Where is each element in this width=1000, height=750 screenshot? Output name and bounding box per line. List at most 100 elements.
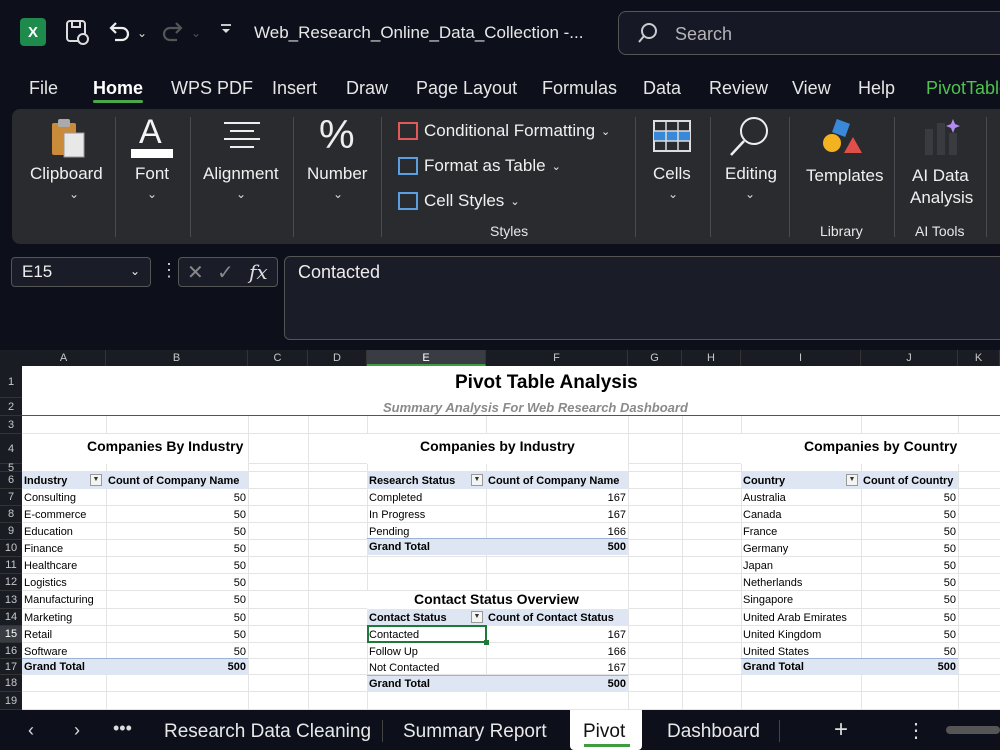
cell-area[interactable]: Pivot Table Analysis Summary Analysis Fo…: [22, 366, 1000, 710]
tab-wps-pdf[interactable]: WPS PDF: [171, 78, 253, 99]
column-header[interactable]: C: [248, 350, 308, 366]
conditional-formatting-label: Conditional Formatting: [424, 121, 596, 140]
row-header[interactable]: 13: [0, 591, 22, 609]
worksheet-grid[interactable]: A B C D E F G H I J K 1 2 3 4 5 6 7 8 9 10 11 12 13 1…: [0, 350, 1000, 710]
sheet-tab-pivot[interactable]: Pivot: [583, 721, 625, 743]
tab-formulas[interactable]: Formulas: [542, 78, 617, 99]
more-sheets-icon[interactable]: •••: [113, 718, 132, 739]
row-header[interactable]: 8: [0, 506, 22, 523]
alignment-group[interactable]: Alignment ⌄: [192, 109, 292, 244]
row-header[interactable]: 19: [0, 692, 22, 710]
sheet-tab-summary-report[interactable]: Summary Report: [403, 721, 547, 743]
column-header[interactable]: A: [22, 350, 106, 366]
more-options-icon[interactable]: ⋮: [160, 260, 178, 281]
column-header[interactable]: J: [861, 350, 958, 366]
conditional-formatting-button[interactable]: Conditional Formatting ⌄: [398, 121, 610, 141]
undo-icon[interactable]: [106, 18, 132, 51]
alignment-icon: [222, 119, 262, 156]
industry-row-label: Marketing: [24, 612, 73, 624]
tab-file[interactable]: File: [29, 78, 58, 99]
font-label: Font: [135, 164, 170, 183]
cancel-icon[interactable]: ✕: [187, 260, 204, 285]
row-header[interactable]: 11: [0, 557, 22, 574]
ribbon-divider: [635, 117, 636, 237]
row-header[interactable]: 18: [0, 675, 22, 692]
tab-page-layout[interactable]: Page Layout: [416, 78, 517, 99]
filter-dropdown-icon[interactable]: ▼: [471, 474, 483, 486]
sheet-title: Pivot Table Analysis: [455, 372, 638, 393]
fill-handle[interactable]: [484, 640, 489, 645]
status-row-label: Completed: [369, 492, 423, 504]
row-header[interactable]: 1: [0, 366, 22, 398]
country-row-value: 50: [943, 594, 956, 606]
horizontal-scrollbar[interactable]: [946, 726, 1000, 734]
templates-label: Templates: [806, 166, 884, 185]
formula-input[interactable]: Contacted: [284, 256, 1000, 340]
customize-toolbar-icon[interactable]: [219, 22, 233, 41]
clipboard-group[interactable]: Clipboard ⌄: [22, 109, 112, 244]
autosave-icon[interactable]: [64, 18, 90, 51]
cell-styles-label: Cell Styles: [424, 191, 505, 210]
cell-styles-button[interactable]: Cell Styles ⌄: [398, 191, 520, 211]
column-header[interactable]: H: [682, 350, 741, 366]
tab-draw[interactable]: Draw: [346, 78, 388, 99]
row-header[interactable]: 3: [0, 416, 22, 434]
tab-data[interactable]: Data: [643, 78, 681, 99]
tab-home[interactable]: Home: [93, 78, 143, 99]
row-header[interactable]: 6: [0, 472, 22, 489]
editing-group[interactable]: Editing ⌄: [712, 109, 788, 244]
insert-function-icon[interactable]: fx: [249, 260, 268, 284]
tab-pivottable[interactable]: PivotTable: [926, 78, 1000, 99]
clipboard-label: Clipboard: [30, 164, 103, 183]
tab-insert[interactable]: Insert: [272, 78, 317, 99]
search-icon: [637, 22, 659, 49]
tab-review[interactable]: Review: [709, 78, 768, 99]
scroll-left-icon[interactable]: ‹: [28, 720, 34, 741]
add-sheet-icon[interactable]: +: [834, 716, 848, 744]
enter-icon[interactable]: ✓: [217, 260, 234, 285]
cell-styles-icon: [398, 192, 418, 210]
undo-chevron-icon[interactable]: ⌄: [137, 26, 147, 40]
ai-analysis-icon: [923, 117, 963, 162]
cells-group[interactable]: Cells ⌄: [638, 109, 708, 244]
row-header[interactable]: 4: [0, 434, 22, 464]
row-header[interactable]: 10: [0, 540, 22, 557]
tab-view[interactable]: View: [792, 78, 831, 99]
row-header[interactable]: 2: [0, 398, 22, 416]
format-as-table-button[interactable]: Format as Table ⌄: [398, 156, 561, 176]
column-header[interactable]: F: [486, 350, 628, 366]
tab-help[interactable]: Help: [858, 78, 895, 99]
number-group[interactable]: % Number ⌄: [295, 109, 380, 244]
column-header[interactable]: K: [958, 350, 1000, 366]
column-header[interactable]: D: [308, 350, 367, 366]
clipboard-icon: [48, 117, 88, 166]
select-all-corner[interactable]: [0, 350, 22, 366]
row-header[interactable]: 5: [0, 463, 22, 474]
filter-dropdown-icon[interactable]: ▼: [471, 611, 483, 623]
filter-dropdown-icon[interactable]: ▼: [846, 474, 858, 486]
row-header[interactable]: 12: [0, 574, 22, 591]
country-row-value: 50: [943, 629, 956, 641]
row-header-selected[interactable]: 15: [0, 626, 22, 643]
sheet-tab-research-data-cleaning[interactable]: Research Data Cleaning: [164, 721, 371, 743]
tab-divider: [382, 720, 383, 742]
row-header[interactable]: 9: [0, 523, 22, 540]
name-box[interactable]: E15 ⌄: [11, 257, 151, 287]
row-header[interactable]: 17: [0, 659, 22, 675]
column-header-selected[interactable]: E: [367, 350, 486, 366]
row-header[interactable]: 7: [0, 489, 22, 506]
sheet-tab-dashboard[interactable]: Dashboard: [667, 721, 760, 743]
industry-row-value: 50: [233, 594, 246, 606]
column-header[interactable]: B: [106, 350, 248, 366]
font-group[interactable]: A Font ⌄: [117, 109, 189, 244]
sheet-options-icon[interactable]: ⋮: [906, 718, 926, 743]
column-header[interactable]: G: [628, 350, 682, 366]
ribbon-divider: [710, 117, 711, 237]
row-header[interactable]: 14: [0, 609, 22, 626]
row-header[interactable]: 16: [0, 643, 22, 659]
filter-dropdown-icon[interactable]: ▼: [90, 474, 102, 486]
column-header[interactable]: I: [741, 350, 861, 366]
scroll-right-icon[interactable]: ›: [74, 720, 80, 741]
search-input[interactable]: Search: [618, 11, 1000, 55]
selected-cell[interactable]: [367, 625, 489, 645]
